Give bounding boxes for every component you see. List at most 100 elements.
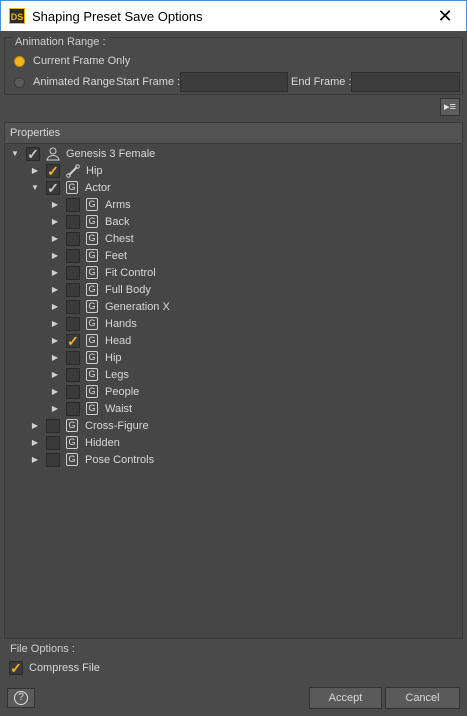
tree-checkbox[interactable]	[66, 231, 80, 246]
tree-item-label: Full Body	[105, 283, 151, 296]
tree-checkbox[interactable]	[66, 316, 80, 331]
collapsed-arrow-icon[interactable]: ▶	[50, 387, 60, 396]
tree-row[interactable]: ▶ G Waist	[50, 400, 132, 417]
tree-checkbox[interactable]	[66, 214, 80, 229]
tree-item-label: Generation X	[105, 300, 170, 313]
tree-checkbox[interactable]	[66, 401, 80, 416]
collapsed-arrow-icon[interactable]: ▶	[50, 200, 60, 209]
collapsed-arrow-icon[interactable]: ▶	[50, 234, 60, 243]
tree-item-label: Head	[105, 334, 132, 347]
tree-checkbox[interactable]	[66, 248, 80, 263]
help-button[interactable]: ?	[7, 688, 35, 708]
group-icon: G	[86, 249, 98, 262]
collapsed-arrow-icon[interactable]: ▶	[50, 353, 60, 362]
current-frame-radio[interactable]	[14, 55, 25, 67]
collapsed-arrow-icon[interactable]: ▶	[30, 166, 40, 175]
animated-range-radio-row[interactable]: Animated Range	[14, 74, 115, 90]
tree-row[interactable]: ▶ G Arms	[50, 196, 131, 213]
tree-row[interactable]: ▶ G Full Body	[50, 281, 151, 298]
compress-file-row[interactable]: ✓ Compress File	[9, 660, 100, 676]
options-menu-button[interactable]: ▸≡	[440, 98, 460, 116]
tree-item-label: Arms	[105, 198, 131, 211]
tree-checkbox[interactable]	[66, 367, 80, 382]
group-icon: G	[86, 334, 98, 347]
tree-row[interactable]: ▶ G Hidden	[30, 434, 120, 451]
tree-item-label: Pose Controls	[85, 453, 155, 466]
tree-row[interactable]: ▶ G Fit Control	[50, 264, 156, 281]
tree-item-label: Chest	[105, 232, 134, 245]
accept-button[interactable]: Accept	[309, 687, 382, 709]
tree-item-label: Cross-Figure	[85, 419, 149, 432]
tree-checkbox[interactable]: ✓	[46, 180, 60, 195]
animated-range-radio[interactable]	[14, 76, 25, 88]
tree-row[interactable]: ▶ G Feet	[50, 247, 127, 264]
collapsed-arrow-icon[interactable]: ▶	[50, 217, 60, 226]
tree-row[interactable]: ▶ ✓ G Head	[50, 332, 131, 349]
tree-checkbox[interactable]	[46, 452, 60, 467]
tree-checkbox[interactable]	[66, 384, 80, 399]
group-icon: G	[86, 198, 98, 211]
collapsed-arrow-icon[interactable]: ▶	[50, 404, 60, 413]
tree-checkbox[interactable]: ✓	[26, 146, 40, 161]
tree-row[interactable]: ▶ G Pose Controls	[30, 451, 154, 468]
title-bar: DS Shaping Preset Save Options ✕	[0, 0, 467, 31]
tree-row[interactable]: ▶ ✓ Hip	[30, 162, 103, 179]
tree-item-label: Hands	[105, 317, 137, 330]
animation-range-group: Animation Range : Current Frame Only Ani…	[4, 36, 463, 95]
tree-row[interactable]: ▶ G People	[50, 383, 139, 400]
group-icon: G	[86, 215, 98, 228]
tree-checkbox[interactable]: ✓	[66, 333, 80, 348]
tree-checkbox[interactable]	[46, 418, 60, 433]
collapsed-arrow-icon[interactable]: ▶	[50, 251, 60, 260]
start-frame-field[interactable]	[180, 72, 288, 92]
collapsed-arrow-icon[interactable]: ▶	[30, 455, 40, 464]
expanded-arrow-icon[interactable]: ▼	[10, 149, 20, 158]
bone-icon	[66, 163, 80, 178]
group-icon: G	[66, 453, 78, 466]
tree-checkbox[interactable]	[66, 282, 80, 297]
tree-item-label: Hip	[86, 164, 103, 177]
tree-checkbox[interactable]	[66, 265, 80, 280]
tree-row[interactable]: ▶ G Chest	[50, 230, 134, 247]
tree-row[interactable]: ▼ ✓ Genesis 3 Female	[10, 145, 155, 162]
collapsed-arrow-icon[interactable]: ▶	[50, 302, 60, 311]
collapsed-arrow-icon[interactable]: ▶	[30, 421, 40, 430]
tree-row[interactable]: ▶ G Generation X	[50, 298, 170, 315]
collapsed-arrow-icon[interactable]: ▶	[50, 319, 60, 328]
tree-checkbox[interactable]	[46, 435, 60, 450]
close-button[interactable]: ✕	[432, 4, 458, 28]
collapsed-arrow-icon[interactable]: ▶	[50, 268, 60, 277]
tree-item-label: People	[105, 385, 140, 398]
tree-row[interactable]: ▶ G Back	[50, 213, 129, 230]
collapsed-arrow-icon[interactable]: ▶	[50, 336, 60, 345]
tree-row[interactable]: ▶ G Hip	[50, 349, 122, 366]
group-icon: G	[66, 419, 78, 432]
group-icon: G	[86, 368, 98, 381]
list-menu-icon: ▸≡	[444, 101, 456, 113]
tree-item-label: Fit Control	[105, 266, 156, 279]
figure-icon	[46, 147, 60, 160]
tree-checkbox[interactable]	[66, 350, 80, 365]
current-frame-radio-row[interactable]: Current Frame Only	[14, 53, 130, 69]
tree-item-label: Waist	[105, 402, 133, 415]
tree-row[interactable]: ▶ G Cross-Figure	[30, 417, 149, 434]
compress-file-checkbox[interactable]: ✓	[9, 661, 23, 675]
collapsed-arrow-icon[interactable]: ▶	[50, 285, 60, 294]
tree-row[interactable]: ▶ G Legs	[50, 366, 129, 383]
file-options-label: File Options :	[10, 643, 75, 655]
collapsed-arrow-icon[interactable]: ▶	[50, 370, 60, 379]
group-icon: G	[66, 436, 78, 449]
tree-checkbox[interactable]: ✓	[46, 163, 60, 178]
tree-checkbox[interactable]	[66, 299, 80, 314]
expanded-arrow-icon[interactable]: ▼	[30, 183, 40, 192]
end-frame-field[interactable]	[351, 72, 460, 92]
group-icon: G	[86, 351, 98, 364]
collapsed-arrow-icon[interactable]: ▶	[30, 438, 40, 447]
tree-checkbox[interactable]	[66, 197, 80, 212]
help-icon: ?	[14, 691, 28, 705]
daz-studio-logo-icon: DS	[9, 8, 25, 24]
tree-row[interactable]: ▶ G Hands	[50, 315, 137, 332]
cancel-button[interactable]: Cancel	[385, 687, 460, 709]
current-frame-label: Current Frame Only	[33, 55, 131, 67]
tree-row[interactable]: ▼ ✓ G Actor	[30, 179, 111, 196]
